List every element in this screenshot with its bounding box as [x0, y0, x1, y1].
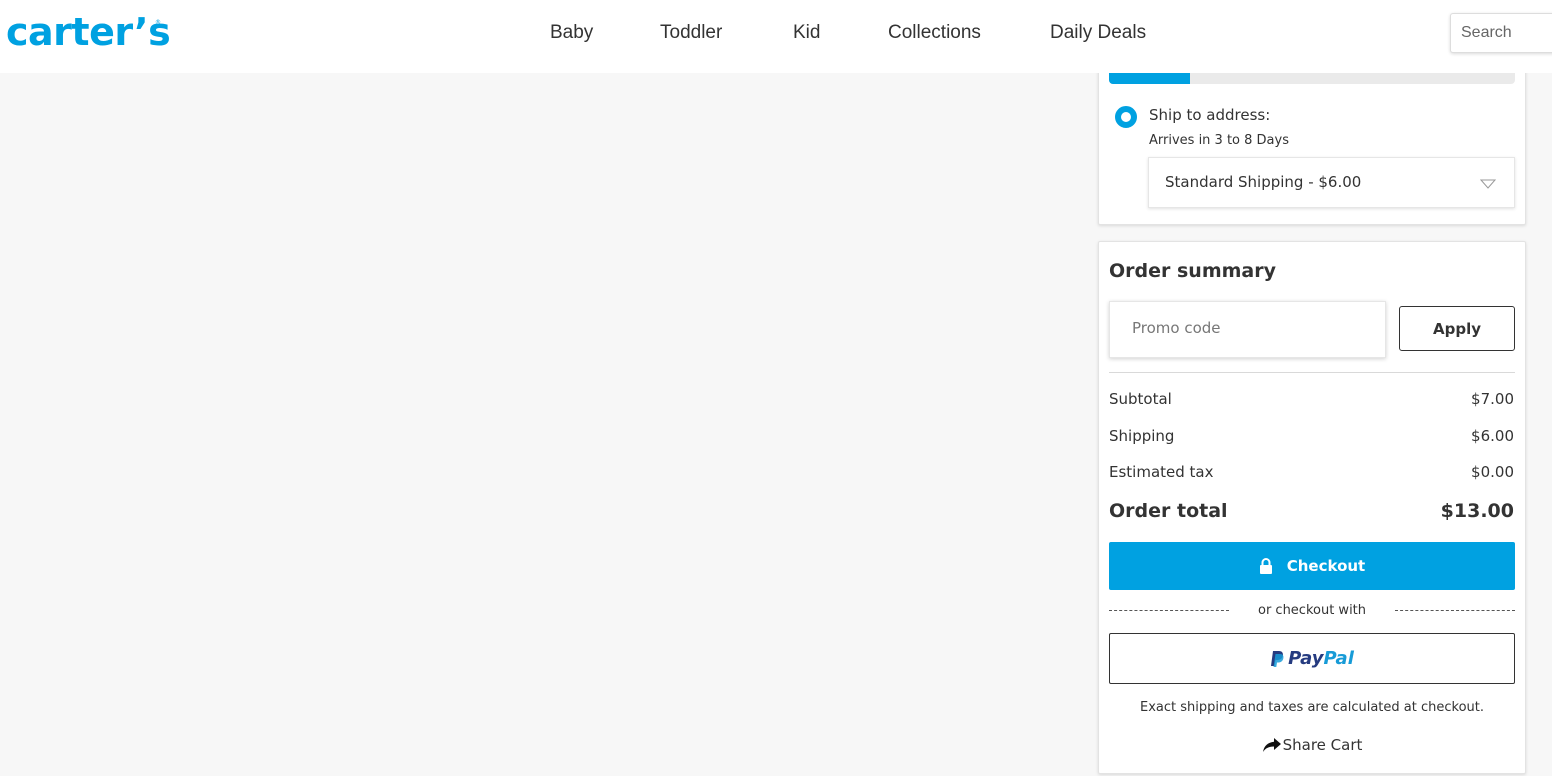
- site-header: carter’s ® Baby Toddler Kid Collections …: [0, 0, 1552, 73]
- ship-to-address-label: Ship to address:: [1149, 106, 1271, 124]
- shipping-value: $6.00: [1471, 427, 1514, 445]
- estimated-tax-label: Estimated tax: [1109, 463, 1214, 481]
- dashed-line-left: [1109, 609, 1229, 611]
- nav-baby[interactable]: Baby: [550, 22, 593, 48]
- nav-daily-deals[interactable]: Daily Deals: [1050, 22, 1146, 48]
- paypal-word-pay: Pay: [1288, 648, 1324, 669]
- carters-logo[interactable]: carter’s: [6, 8, 171, 56]
- chevron-down-icon: [1480, 179, 1496, 189]
- paypal-button[interactable]: PayPal: [1109, 633, 1515, 684]
- subtotal-label: Subtotal: [1109, 390, 1172, 408]
- shipping-method-select[interactable]: Standard Shipping - $6.00: [1148, 157, 1515, 208]
- shipping-card: Ship to address: Arrives in 3 to 8 Days …: [1098, 50, 1526, 225]
- paypal-icon: [1271, 650, 1284, 667]
- order-total-label: Order total: [1109, 500, 1228, 522]
- share-cart-link[interactable]: Share Cart: [1109, 734, 1515, 756]
- ship-to-address-radio[interactable]: [1115, 106, 1137, 128]
- shipping-method-value: Standard Shipping - $6.00: [1165, 173, 1362, 191]
- shipping-label: Shipping: [1109, 427, 1175, 445]
- share-cart-label: Share Cart: [1282, 736, 1363, 754]
- lock-icon: [1259, 558, 1272, 574]
- share-icon: [1262, 738, 1281, 752]
- checkout-label: Checkout: [1286, 557, 1366, 575]
- promo-code-input[interactable]: [1110, 302, 1385, 357]
- paypal-word-pal: Pal: [1323, 648, 1354, 669]
- arrival-estimate: Arrives in 3 to 8 Days: [1149, 133, 1289, 148]
- order-summary-title: Order summary: [1109, 260, 1277, 282]
- promo-code-field: [1109, 301, 1386, 358]
- dashed-line-right: [1395, 609, 1515, 611]
- nav-collections[interactable]: Collections: [888, 22, 981, 48]
- alt-checkout-divider: or checkout with: [1109, 602, 1515, 618]
- shipping-tax-note: Exact shipping and taxes are calculated …: [1139, 700, 1484, 715]
- apply-promo-button[interactable]: Apply: [1399, 306, 1515, 351]
- subtotal-value: $7.00: [1471, 390, 1514, 408]
- order-summary-card: Order summary Apply Subtotal $7.00 Shipp…: [1098, 241, 1526, 774]
- estimated-tax-value: $0.00: [1471, 463, 1514, 481]
- divider: [1109, 372, 1515, 373]
- order-total-value: $13.00: [1440, 500, 1514, 522]
- registered-mark: ®: [155, 19, 161, 26]
- or-checkout-with-text: or checkout with: [1257, 602, 1367, 618]
- search-input[interactable]: [1451, 14, 1552, 52]
- nav-toddler[interactable]: Toddler: [660, 22, 722, 48]
- nav-kid[interactable]: Kid: [793, 22, 820, 48]
- search-box: [1450, 13, 1552, 53]
- checkout-button[interactable]: Checkout: [1109, 542, 1515, 590]
